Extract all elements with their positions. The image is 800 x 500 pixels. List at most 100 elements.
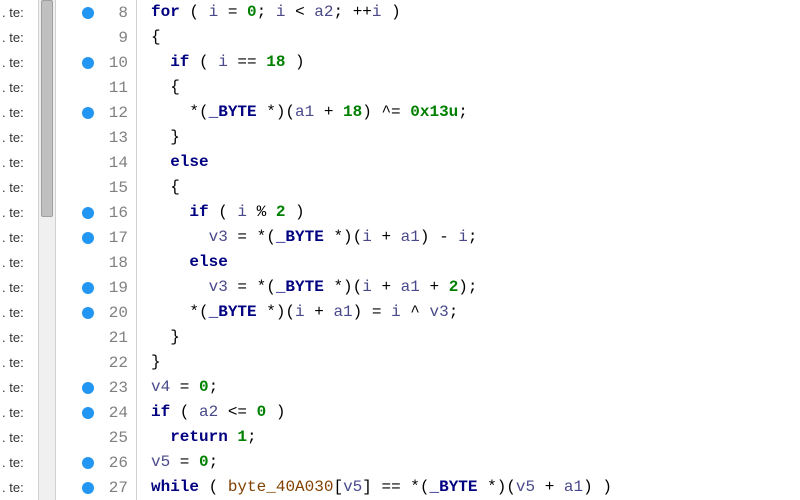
breakpoint-icon[interactable]: [82, 282, 94, 294]
code-token: +: [535, 478, 564, 496]
code-token: i: [218, 53, 228, 71]
gutter-row[interactable]: 21: [56, 325, 136, 350]
gutter-row[interactable]: 15: [56, 175, 136, 200]
code-line[interactable]: return 1;: [137, 425, 800, 450]
sidebar-item[interactable]: . te:: [0, 50, 38, 75]
sidebar-item[interactable]: . te:: [0, 425, 38, 450]
breakpoint-icon[interactable]: [82, 207, 94, 219]
code-line[interactable]: {: [137, 175, 800, 200]
sidebar-item[interactable]: . te:: [0, 475, 38, 500]
sidebar-item[interactable]: . te:: [0, 275, 38, 300]
code-token: a1: [295, 103, 314, 121]
code-line[interactable]: for ( i = 0; i < a2; ++i ): [137, 0, 800, 25]
gutter-row[interactable]: 16: [56, 200, 136, 225]
sidebar-item[interactable]: . te:: [0, 350, 38, 375]
sidebar-item[interactable]: . te:: [0, 200, 38, 225]
code-token: ): [285, 53, 304, 71]
breakpoint-icon[interactable]: [82, 482, 94, 494]
code-token: (: [209, 203, 238, 221]
code-line[interactable]: while ( byte_40A030[v5] == *(_BYTE *)(v5…: [137, 475, 800, 500]
code-token: i: [295, 303, 305, 321]
sidebar-item[interactable]: . te:: [0, 400, 38, 425]
breakpoint-icon[interactable]: [82, 382, 94, 394]
code-token: [151, 228, 209, 246]
gutter-row[interactable]: 17: [56, 225, 136, 250]
code-line[interactable]: {: [137, 75, 800, 100]
code-line[interactable]: if ( i % 2 ): [137, 200, 800, 225]
code-token: ) ): [583, 478, 612, 496]
code-line[interactable]: v5 = 0;: [137, 450, 800, 475]
gutter-row[interactable]: 23: [56, 375, 136, 400]
sidebar-item[interactable]: . te:: [0, 175, 38, 200]
gutter-row[interactable]: 22: [56, 350, 136, 375]
gutter-row[interactable]: 26: [56, 450, 136, 475]
code-token: a2: [314, 3, 333, 21]
sidebar-scrollbar[interactable]: [38, 0, 56, 500]
functions-sidebar[interactable]: . te:. te:. te:. te:. te:. te:. te:. te:…: [0, 0, 38, 500]
code-line[interactable]: else: [137, 250, 800, 275]
code-line[interactable]: if ( i == 18 ): [137, 50, 800, 75]
code-line[interactable]: *(_BYTE *)(i + a1) = i ^ v3;: [137, 300, 800, 325]
breakpoint-icon[interactable]: [82, 107, 94, 119]
gutter-row[interactable]: 11: [56, 75, 136, 100]
gutter-row[interactable]: 24: [56, 400, 136, 425]
gutter-row[interactable]: 10: [56, 50, 136, 75]
code-token: ;: [257, 3, 276, 21]
code-token: v5: [343, 478, 362, 496]
code-line[interactable]: v3 = *(_BYTE *)(i + a1) - i;: [137, 225, 800, 250]
sidebar-item[interactable]: . te:: [0, 375, 38, 400]
gutter-row[interactable]: 25: [56, 425, 136, 450]
gutter-row[interactable]: 19: [56, 275, 136, 300]
code-line[interactable]: }: [137, 125, 800, 150]
gutter-row[interactable]: 18: [56, 250, 136, 275]
code-token: %: [247, 203, 276, 221]
code-token: v3: [209, 228, 228, 246]
code-line[interactable]: *(_BYTE *)(a1 + 18) ^= 0x13u;: [137, 100, 800, 125]
code-token: v4: [151, 378, 170, 396]
code-line[interactable]: v4 = 0;: [137, 375, 800, 400]
code-token: =: [170, 378, 199, 396]
sidebar-item[interactable]: . te:: [0, 450, 38, 475]
gutter-row[interactable]: 12: [56, 100, 136, 125]
scrollbar-thumb[interactable]: [41, 0, 53, 217]
code-line[interactable]: }: [137, 350, 800, 375]
code-line[interactable]: }: [137, 325, 800, 350]
gutter-row[interactable]: 14: [56, 150, 136, 175]
code-token: +: [420, 278, 449, 296]
line-number: 25: [104, 429, 128, 447]
sidebar-item[interactable]: . te:: [0, 250, 38, 275]
sidebar-item[interactable]: . te:: [0, 125, 38, 150]
sidebar-item[interactable]: . te:: [0, 225, 38, 250]
code-token: ) ^=: [362, 103, 410, 121]
sidebar-item[interactable]: . te:: [0, 75, 38, 100]
code-line[interactable]: if ( a2 <= 0 ): [137, 400, 800, 425]
gutter-row[interactable]: 8: [56, 0, 136, 25]
code-token: [151, 153, 170, 171]
breakpoint-icon[interactable]: [82, 457, 94, 469]
sidebar-item[interactable]: . te:: [0, 325, 38, 350]
gutter-row[interactable]: 13: [56, 125, 136, 150]
code-editor[interactable]: for ( i = 0; i < a2; ++i ){ if ( i == 18…: [137, 0, 800, 500]
sidebar-item[interactable]: . te:: [0, 150, 38, 175]
gutter-row[interactable]: 27: [56, 475, 136, 500]
breakpoint-icon[interactable]: [82, 57, 94, 69]
code-token: if: [189, 203, 208, 221]
code-token: *)(: [257, 103, 295, 121]
code-line[interactable]: else: [137, 150, 800, 175]
gutter-row[interactable]: 9: [56, 25, 136, 50]
code-token: a2: [199, 403, 218, 421]
code-line[interactable]: {: [137, 25, 800, 50]
sidebar-item[interactable]: . te:: [0, 300, 38, 325]
breakpoint-icon[interactable]: [82, 232, 94, 244]
breakpoint-icon[interactable]: [82, 407, 94, 419]
code-line[interactable]: v3 = *(_BYTE *)(i + a1 + 2);: [137, 275, 800, 300]
line-number: 16: [104, 204, 128, 222]
breakpoint-icon[interactable]: [82, 7, 94, 19]
gutter-row[interactable]: 20: [56, 300, 136, 325]
sidebar-item[interactable]: . te:: [0, 100, 38, 125]
sidebar-item[interactable]: . te:: [0, 0, 38, 25]
line-gutter[interactable]: 89101112131415 16 1718192021222324 25 2627: [56, 0, 136, 500]
breakpoint-icon[interactable]: [82, 307, 94, 319]
sidebar-item[interactable]: . te:: [0, 25, 38, 50]
code-token: else: [170, 153, 208, 171]
